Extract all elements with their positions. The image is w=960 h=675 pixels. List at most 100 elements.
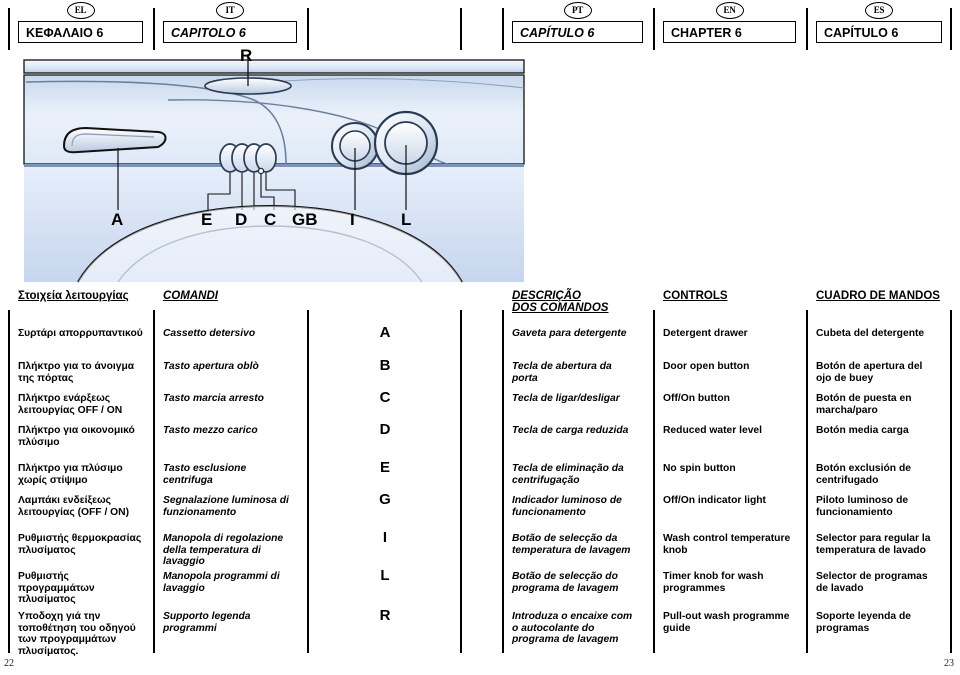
language-cell-it: IT CAPITOLO 6 xyxy=(153,0,307,50)
chapter-title-it: CAPITOLO 6 xyxy=(163,21,297,43)
cell-pt-L: Botão de selecção do programa de lavagem xyxy=(512,571,619,594)
language-cell-en: EN CHAPTER 6 xyxy=(653,0,806,50)
column-header-it: COMANDI xyxy=(163,290,218,302)
callout-L: L xyxy=(401,210,412,229)
table-divider-6 xyxy=(806,310,808,653)
controls-legend-table: Στοιχεία λειτουργίας Συρτάρι απορρυπαντι… xyxy=(0,288,960,657)
cell-en-E: No spin button xyxy=(663,463,736,474)
chapter-title-el: ΚΕΦΑΛΑΙΟ 6 xyxy=(18,21,143,43)
column-en: CONTROLS Detergent drawer Door open butt… xyxy=(663,288,798,653)
column-it: COMANDI Cassetto detersivo Tasto apertur… xyxy=(163,288,298,653)
table-divider-3 xyxy=(460,310,462,653)
cell-el-A: Συρτάρι απορρυπαντικού xyxy=(18,328,143,339)
cell-pt-D: Tecla de carga reduzida xyxy=(512,425,629,436)
table-divider-5 xyxy=(653,310,655,653)
cell-it-G: Segnalazione luminosa di funzionamento xyxy=(163,495,289,518)
cell-en-B: Door open button xyxy=(663,361,750,372)
cell-es-B: Botón de apertura del ojo de buey xyxy=(816,361,923,384)
cell-pt-C: Tecla de ligar/desligar xyxy=(512,393,620,404)
language-cell-el: EL ΚΕΦΑΛΑΙΟ 6 xyxy=(8,0,153,50)
cell-en-G: Off/On indicator light xyxy=(663,495,766,506)
table-divider-4 xyxy=(502,310,504,653)
language-cell-pt: PT CAPÍTULO 6 xyxy=(502,0,653,50)
chapter-title-pt: CAPÍTULO 6 xyxy=(512,21,643,43)
row-letter-B: B xyxy=(379,357,391,374)
table-divider-7 xyxy=(950,310,952,653)
language-badge-pt: PT xyxy=(563,2,592,19)
header-rule-3 xyxy=(460,8,462,50)
cell-it-L: Manopola programmi di lavaggio xyxy=(163,571,280,594)
cell-es-I: Selector para regular la temperatura de … xyxy=(816,533,931,556)
cell-it-C: Tasto marcia arresto xyxy=(163,393,264,404)
row-letter-A: A xyxy=(379,324,391,341)
cell-es-D: Botón media carga xyxy=(816,425,909,436)
column-el: Στοιχεία λειτουργίας Συρτάρι απορρυπαντι… xyxy=(18,288,150,657)
cell-it-D: Tasto mezzo carico xyxy=(163,425,258,436)
cell-it-B: Tasto apertura oblò xyxy=(163,361,259,372)
cell-pt-E: Tecla de eliminação da centrifugação xyxy=(512,463,624,486)
cell-it-A: Cassetto detersivo xyxy=(163,328,256,339)
cell-en-R: Pull-out wash programme guide xyxy=(663,611,790,634)
cell-en-C: Off/On button xyxy=(663,393,730,404)
column-header-es: CUADRO DE MANDOS xyxy=(816,290,940,302)
header-rule-4 xyxy=(502,8,504,50)
cell-el-I: Ρυθμιστής θερμοκρασίας πλυσίματος xyxy=(18,533,142,556)
cell-en-A: Detergent drawer xyxy=(663,328,748,339)
button-B xyxy=(255,143,277,173)
callout-D: D xyxy=(235,210,248,229)
chapter-title-es: CAPÍTULO 6 xyxy=(816,21,942,43)
cell-el-D: Πλήκτρο για οικονομικό πλύσιμο xyxy=(18,425,135,448)
row-letter-L: L xyxy=(380,567,390,584)
column-header-en: CONTROLS xyxy=(663,290,728,302)
callout-C: C xyxy=(264,210,277,229)
cell-en-L: Timer knob for wash programmes xyxy=(663,571,764,594)
header-rule-5 xyxy=(653,8,655,50)
header-rule-6 xyxy=(806,8,808,50)
table-divider-1 xyxy=(153,310,155,653)
column-es: CUADRO DE MANDOS Cubeta del detergente B… xyxy=(816,288,946,653)
language-badge-en: EN xyxy=(715,2,744,19)
cell-pt-A: Gaveta para detergente xyxy=(512,328,627,339)
row-letter-G: G xyxy=(379,491,391,508)
callout-I: I xyxy=(350,210,355,229)
row-letter-E: E xyxy=(379,459,390,476)
column-letters: A B C D E G I L R xyxy=(315,288,455,653)
cell-it-R: Supporto legenda programmi xyxy=(163,611,251,634)
cell-en-D: Reduced water level xyxy=(663,425,763,436)
row-letter-D: D xyxy=(379,421,391,438)
cell-es-A: Cubeta del detergente xyxy=(816,328,925,339)
header-rule-2 xyxy=(307,8,309,50)
cell-es-L: Selector de programas de lavado xyxy=(816,571,928,594)
cell-el-G: Λαμπάκι ενδείξεως λειτουργίας (OFF / ON) xyxy=(18,495,130,518)
panel-buttons xyxy=(219,143,277,173)
callout-A: A xyxy=(111,210,124,229)
control-panel-illustration: R A E D C GB I L xyxy=(18,46,530,284)
language-badge-es: ES xyxy=(865,2,893,19)
cell-es-C: Botón de puesta en marcha/paro xyxy=(816,393,912,416)
page-number-left: 22 xyxy=(4,658,14,669)
cell-en-I: Wash control temperature knob xyxy=(663,533,791,556)
language-cell-es: ES CAPÍTULO 6 xyxy=(806,0,952,50)
cell-pt-G: Indicador luminoso de funcionamento xyxy=(512,495,622,518)
cell-it-I: Manopola di regolazione della temperatur… xyxy=(163,533,284,567)
callout-GB: GB xyxy=(292,210,318,229)
language-header: EL ΚΕΦΑΛΑΙΟ 6 IT CAPITOLO 6 PT CAPÍTULO … xyxy=(0,0,960,50)
header-rule-right xyxy=(950,8,952,50)
column-header-pt-line2: DOS COMANDOS xyxy=(512,302,609,314)
column-pt: DESCRIÇÃO DOS COMANDOS Gaveta para deter… xyxy=(512,288,645,653)
table-divider-2 xyxy=(307,310,309,653)
cell-es-G: Piloto luminoso de funcionamiento xyxy=(816,495,909,518)
cell-es-R: Soporte leyenda de programas xyxy=(816,611,911,634)
chapter-title-en: CHAPTER 6 xyxy=(663,21,796,43)
washing-machine-drawing xyxy=(23,54,525,283)
cell-el-C: Πλήκτρο ενάρξεως λειτουργίας OFF / ON xyxy=(18,393,123,416)
cell-pt-I: Botão de selecção da temperatura de lava… xyxy=(512,533,631,556)
table-divider-0 xyxy=(8,310,10,653)
page-number-right: 23 xyxy=(944,658,954,669)
cell-es-E: Botón exclusión de centrifugado xyxy=(816,463,911,486)
cell-pt-R: Introduza o encaixe com o autocolante do… xyxy=(512,611,633,645)
indicator-lamp-G xyxy=(257,167,265,175)
language-badge-el: EL xyxy=(66,2,95,19)
cell-el-L: Ρυθμιστής προγραμμάτων πλυσίματος xyxy=(18,571,95,605)
cell-el-E: Πλήκτρο για πλύσιμο χωρίς στίψιμο xyxy=(18,463,123,486)
